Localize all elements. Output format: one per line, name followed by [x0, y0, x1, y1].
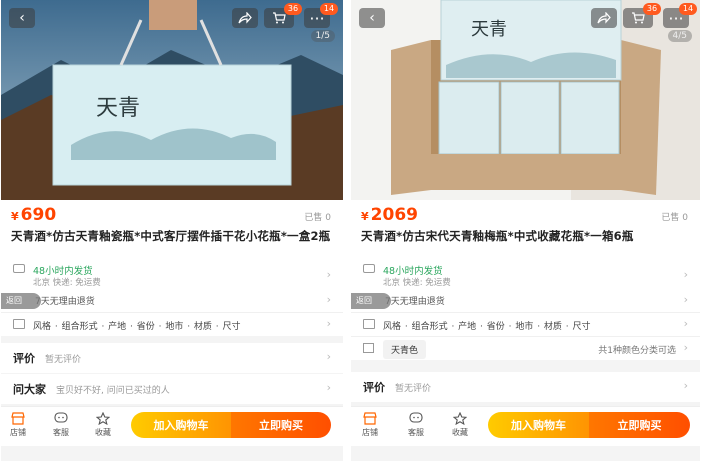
cart-button[interactable]: 36	[264, 3, 302, 28]
star-icon	[96, 412, 110, 425]
shipping-time: 48小时内发货	[383, 266, 443, 277]
shipping-row[interactable]: 48小时内发货 北京 快递: 免运费 ›	[1, 262, 343, 290]
more-button[interactable]: ··· 14	[304, 3, 338, 28]
review-sub: 暂无评价	[45, 355, 82, 365]
sold-count: 已售 0	[661, 213, 688, 223]
chevron-right-icon: ›	[683, 268, 688, 281]
cart-badge: 36	[643, 3, 661, 15]
favorite-tab[interactable]: 收藏	[445, 412, 475, 438]
shipping-row[interactable]: 48小时内发货 北京 快递: 免运费 ›	[351, 262, 700, 290]
product-image-carousel[interactable]: 天青 ‹ 36 ··· 14 1/5	[1, 0, 343, 200]
back-button[interactable]: ‹	[9, 8, 35, 28]
buy-now-button[interactable]: 立即购买	[589, 412, 690, 438]
truck-icon	[13, 264, 25, 273]
price-section: ¥2069 已售 0 天青酒*仿古宋代天青釉梅瓶*中式收藏花瓶*一箱6瓶	[351, 200, 700, 262]
color-chip[interactable]: 天青色	[383, 340, 427, 359]
store-icon	[11, 412, 25, 425]
color-option-row[interactable]: 天青色 共1种颜色分类可选 ›	[351, 336, 700, 360]
return-policy-text: 7天无理由退货	[385, 297, 445, 307]
spec-row[interactable]: 风格 · 组合形式 · 产地 · 省份 · 地市 · 材质 · 尺寸 ›	[351, 312, 700, 336]
buy-now-button[interactable]: 立即购买	[231, 412, 331, 438]
chevron-right-icon: ›	[326, 317, 331, 330]
chevron-right-icon: ›	[326, 293, 331, 306]
service-tab[interactable]: 客服	[401, 412, 431, 438]
product-photo: 天青	[1, 0, 343, 200]
box-brand-text: 天青	[471, 19, 507, 40]
color-count-note: 共1种颜色分类可选	[598, 346, 676, 356]
share-button[interactable]	[591, 8, 617, 28]
floating-back-button[interactable]: 返回	[1, 293, 41, 309]
add-to-cart-button[interactable]: 加入购物车	[488, 412, 589, 438]
more-button[interactable]: ··· 14	[663, 3, 697, 28]
return-policy-row[interactable]: 7天无理由退货 ›	[1, 290, 343, 312]
action-buttons: 加入购物车 立即购买	[488, 412, 690, 438]
product-page-left: 天青 ‹ 36 ··· 14 1/5 ¥690 已售 0 天青酒*仿古天青釉瓷瓶…	[1, 0, 343, 461]
bag-brand-text: 天青	[96, 96, 140, 121]
star-icon	[453, 412, 467, 425]
more-badge: 14	[679, 3, 697, 15]
review-heading: 评价	[363, 381, 385, 394]
share-icon	[597, 12, 611, 24]
color-icon	[363, 343, 374, 353]
sold-count: 已售 0	[304, 213, 331, 223]
store-icon	[363, 412, 377, 425]
cart-icon	[273, 12, 286, 24]
spec-text: 风格 · 组合形式 · 产地 · 省份 · 地市 · 材质 · 尺寸	[33, 322, 241, 332]
cart-button[interactable]: 36	[623, 3, 661, 28]
product-title: 天青酒*仿古宋代天青釉梅瓶*中式收藏花瓶*一箱6瓶	[361, 229, 634, 243]
back-icon: ‹	[19, 10, 25, 26]
store-tab[interactable]: 店铺	[3, 412, 33, 438]
favorite-tab[interactable]: 收藏	[88, 412, 118, 438]
spec-icon	[13, 319, 25, 329]
back-icon: ‹	[369, 10, 375, 26]
qa-heading: 问大家	[13, 383, 46, 396]
product-image-carousel[interactable]: 天青 ‹ 36 ··· 14 4/5	[351, 0, 700, 200]
chevron-right-icon: ›	[683, 293, 688, 306]
spec-icon	[363, 319, 375, 329]
spec-row[interactable]: 风格 · 组合形式 · 产地 · 省份 · 地市 · 材质 · 尺寸 ›	[1, 312, 343, 336]
image-pager: 1/5	[310, 30, 335, 42]
qa-section[interactable]: 问大家 宝贝好不好, 问问已买过的人 ›	[1, 374, 343, 404]
image-pager: 4/5	[667, 30, 692, 42]
price: ¥2069	[361, 205, 418, 225]
action-buttons: 加入购物车 立即购买	[131, 412, 331, 438]
share-icon	[238, 12, 252, 24]
truck-icon	[363, 264, 375, 273]
cart-badge: 36	[284, 3, 302, 15]
back-button[interactable]: ‹	[359, 8, 385, 28]
share-button[interactable]	[232, 8, 258, 28]
return-policy-row[interactable]: 7天无理由退货 ›	[351, 290, 700, 312]
cart-icon	[632, 12, 645, 24]
review-section[interactable]: 评价 暂无评价 ›	[1, 343, 343, 373]
chevron-right-icon: ›	[326, 268, 331, 281]
return-policy-text: 7天无理由退货	[35, 297, 95, 307]
add-to-cart-button[interactable]: 加入购物车	[131, 412, 231, 438]
spec-text: 风格 · 组合形式 · 产地 · 省份 · 地市 · 材质 · 尺寸	[383, 322, 591, 332]
bottom-action-bar: 店铺 客服 收藏 加入购物车 立即购买	[1, 406, 343, 446]
review-section[interactable]: 评价 暂无评价 ›	[351, 372, 700, 402]
shipping-time: 48小时内发货	[33, 266, 93, 277]
more-badge: 14	[320, 3, 338, 15]
shipping-detail: 北京 快递: 免运费	[383, 278, 451, 288]
review-heading: 评价	[13, 352, 35, 365]
bottom-action-bar: 店铺 客服 收藏 加入购物车 立即购买	[351, 406, 700, 446]
floating-back-button[interactable]: 返回	[351, 293, 391, 309]
chevron-right-icon: ›	[683, 317, 688, 330]
price-section: ¥690 已售 0 天青酒*仿古天青釉瓷瓶*中式客厅摆件插干花小花瓶*一盒2瓶	[1, 200, 343, 262]
product-title: 天青酒*仿古天青釉瓷瓶*中式客厅摆件插干花小花瓶*一盒2瓶	[11, 229, 331, 243]
chevron-right-icon: ›	[683, 341, 688, 354]
service-tab[interactable]: 客服	[46, 412, 76, 438]
store-tab[interactable]: 店铺	[355, 412, 385, 438]
chevron-right-icon: ›	[326, 350, 331, 363]
product-photo: 天青	[351, 0, 700, 200]
product-page-right: 天青 ‹ 36 ··· 14 4/5 ¥2069 已售 0 天青酒*仿古宋代天青…	[351, 0, 700, 461]
service-icon	[54, 412, 68, 423]
service-icon	[409, 412, 423, 423]
shipping-detail: 北京 快递: 免运费	[33, 278, 101, 288]
qa-sub: 宝贝好不好, 问问已买过的人	[56, 386, 170, 396]
chevron-right-icon: ›	[683, 379, 688, 392]
chevron-right-icon: ›	[326, 381, 331, 394]
review-sub: 暂无评价	[395, 384, 432, 394]
price: ¥690	[11, 205, 57, 225]
